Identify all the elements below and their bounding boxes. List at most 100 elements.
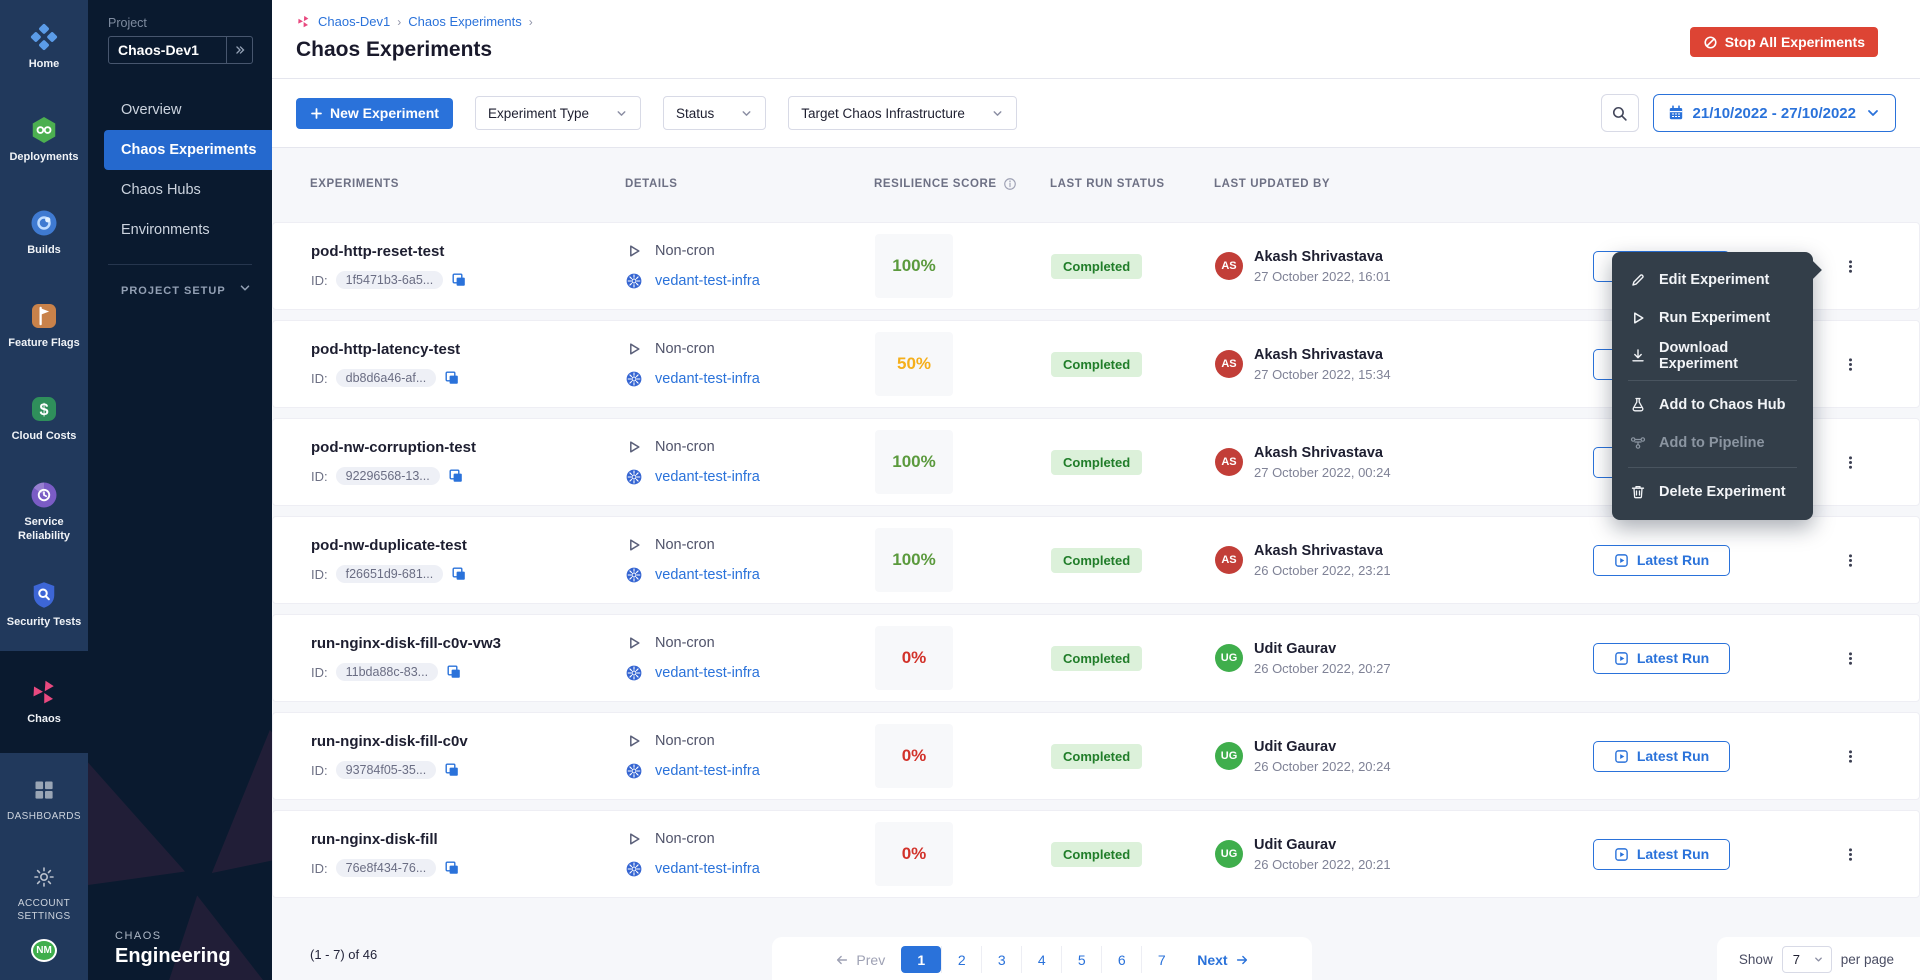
- module-dashboards[interactable]: DASHBOARDS: [0, 753, 88, 846]
- home-icon: [29, 22, 59, 52]
- updated-by-name: Udit Gaurav: [1254, 837, 1391, 853]
- module-home[interactable]: Home: [0, 0, 88, 93]
- breadcrumb-separator: ›: [397, 15, 401, 29]
- chevron-down-icon: [238, 281, 252, 300]
- search-button[interactable]: [1601, 94, 1639, 132]
- updated-by-name: Akash Shrivastava: [1254, 445, 1391, 461]
- page-size-select[interactable]: 7: [1782, 946, 1832, 973]
- module-builds[interactable]: Builds: [0, 186, 88, 279]
- pagination-page-7[interactable]: 7: [1141, 946, 1181, 973]
- infrastructure-link[interactable]: vedant-test-infra: [655, 371, 760, 387]
- copy-icon[interactable]: [446, 664, 462, 680]
- experiment-type: Non-cron: [655, 537, 715, 553]
- row-menu-kebab-icon[interactable]: [1839, 643, 1861, 673]
- infrastructure-link[interactable]: vedant-test-infra: [655, 567, 760, 583]
- infrastructure-link[interactable]: vedant-test-infra: [655, 469, 760, 485]
- row-menu-kebab-icon[interactable]: [1839, 545, 1861, 575]
- copy-icon[interactable]: [448, 468, 464, 484]
- menu-item-edit-experiment[interactable]: Edit Experiment: [1612, 261, 1813, 299]
- infrastructure-link[interactable]: vedant-test-infra: [655, 665, 760, 681]
- chevron-down-icon: [1865, 105, 1881, 121]
- row-menu-kebab-icon[interactable]: [1839, 349, 1861, 379]
- column-header-resilience-score: RESILIENCE SCORE: [874, 177, 1050, 191]
- pagination-page-6[interactable]: 6: [1101, 946, 1141, 973]
- user-avatar[interactable]: NM: [31, 939, 57, 962]
- module-deployments[interactable]: Deployments: [0, 93, 88, 186]
- new-experiment-button[interactable]: New Experiment: [296, 98, 453, 129]
- project-selector[interactable]: Chaos-Dev1: [108, 36, 253, 64]
- module-cloud-costs[interactable]: $Cloud Costs: [0, 372, 88, 465]
- breadcrumb-project[interactable]: Chaos-Dev1: [318, 14, 390, 29]
- filter-experiment-type[interactable]: Experiment Type: [475, 96, 641, 130]
- copy-icon[interactable]: [444, 762, 460, 778]
- project-label: Project: [108, 16, 272, 30]
- row-menu-kebab-icon[interactable]: [1839, 447, 1861, 477]
- id-label: ID:: [311, 469, 328, 484]
- pagination-page-2[interactable]: 2: [941, 946, 981, 973]
- gear-icon: [29, 862, 59, 892]
- sidebar-item-environments[interactable]: Environments: [88, 210, 272, 250]
- latest-run-button[interactable]: Latest Run: [1593, 741, 1730, 772]
- menu-item-download-experiment[interactable]: Download Experiment: [1612, 337, 1813, 375]
- experiment-name[interactable]: run-nginx-disk-fill-c0v-vw3: [311, 635, 626, 652]
- menu-item-add-to-chaos-hub[interactable]: Add to Chaos Hub: [1612, 386, 1813, 424]
- row-menu-kebab-icon[interactable]: [1839, 251, 1861, 281]
- pagination-prev[interactable]: Prev: [819, 952, 901, 968]
- project-setup-toggle[interactable]: PROJECT SETUP: [88, 281, 272, 300]
- experiment-type: Non-cron: [655, 341, 715, 357]
- avatar: UG: [1215, 644, 1243, 672]
- row-menu-kebab-icon[interactable]: [1839, 839, 1861, 869]
- copy-icon[interactable]: [451, 566, 467, 582]
- kubernetes-icon: [626, 861, 642, 877]
- module-security-tests[interactable]: Security Tests: [0, 558, 88, 651]
- module-label: DASHBOARDS: [3, 811, 85, 824]
- infrastructure-link[interactable]: vedant-test-infra: [655, 273, 760, 289]
- copy-icon[interactable]: [444, 860, 460, 876]
- experiment-name[interactable]: run-nginx-disk-fill: [311, 831, 626, 848]
- pagination-page-5[interactable]: 5: [1061, 946, 1101, 973]
- experiment-name[interactable]: run-nginx-disk-fill-c0v: [311, 733, 626, 750]
- row-menu-kebab-icon[interactable]: [1839, 741, 1861, 771]
- date-range-picker[interactable]: 21/10/2022 - 27/10/2022: [1653, 94, 1896, 132]
- info-icon[interactable]: [1003, 177, 1017, 191]
- double-chevron-right-icon[interactable]: [226, 37, 252, 63]
- cloud-costs-icon: $: [29, 394, 59, 424]
- breadcrumb-page[interactable]: Chaos Experiments: [408, 14, 521, 29]
- filter-status[interactable]: Status: [663, 96, 766, 130]
- svg-text:$: $: [39, 400, 48, 418]
- latest-run-button[interactable]: Latest Run: [1593, 643, 1730, 674]
- sidebar-item-chaos-hubs[interactable]: Chaos Hubs: [88, 170, 272, 210]
- module-label: Home: [25, 58, 64, 72]
- service-reliability-icon: [29, 480, 59, 510]
- experiment-name[interactable]: pod-nw-duplicate-test: [311, 537, 626, 554]
- sidebar-item-chaos-experiments[interactable]: Chaos Experiments: [104, 130, 272, 170]
- infrastructure-link[interactable]: vedant-test-infra: [655, 763, 760, 779]
- infrastructure-link[interactable]: vedant-test-infra: [655, 861, 760, 877]
- module-account-settings[interactable]: ACCOUNT SETTINGS: [0, 846, 88, 939]
- id-label: ID:: [311, 273, 328, 288]
- menu-item-delete-experiment[interactable]: Delete Experiment: [1612, 473, 1813, 511]
- menu-item-run-experiment[interactable]: Run Experiment: [1612, 299, 1813, 337]
- pagination-page-4[interactable]: 4: [1021, 946, 1061, 973]
- module-feature-flags[interactable]: Feature Flags: [0, 279, 88, 372]
- stop-all-experiments-button[interactable]: Stop All Experiments: [1690, 27, 1878, 57]
- copy-icon[interactable]: [444, 370, 460, 386]
- experiment-name[interactable]: pod-http-latency-test: [311, 341, 626, 358]
- pagination-page-3[interactable]: 3: [981, 946, 1021, 973]
- filter-target-chaos-infrastructure[interactable]: Target Chaos Infrastructure: [788, 96, 1017, 130]
- latest-run-button[interactable]: Latest Run: [1593, 839, 1730, 870]
- latest-run-button[interactable]: Latest Run: [1593, 545, 1730, 576]
- run-icon: [1614, 651, 1629, 666]
- pagination-page-1[interactable]: 1: [901, 946, 941, 973]
- play-outline-icon: [626, 243, 642, 259]
- copy-icon[interactable]: [451, 272, 467, 288]
- experiment-name[interactable]: pod-http-reset-test: [311, 243, 626, 260]
- experiment-name[interactable]: pod-nw-corruption-test: [311, 439, 626, 456]
- sidebar-item-overview[interactable]: Overview: [88, 90, 272, 130]
- experiment-type: Non-cron: [655, 243, 715, 259]
- module-chaos[interactable]: Chaos: [0, 651, 88, 753]
- pagination-next[interactable]: Next: [1181, 952, 1264, 968]
- breadcrumb: Chaos-Dev1 › Chaos Experiments ›: [296, 14, 1878, 29]
- module-service-reliability[interactable]: Service Reliability: [0, 465, 88, 558]
- play-outline-icon: [626, 733, 642, 749]
